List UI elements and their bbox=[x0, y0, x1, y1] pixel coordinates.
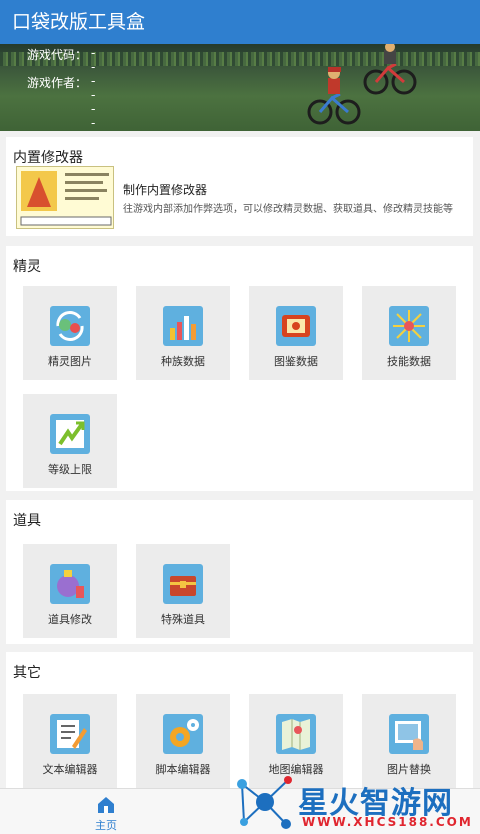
cyclist-sprite-right bbox=[363, 44, 417, 95]
modifier-item-title[interactable]: 制作内置修改器 bbox=[123, 181, 207, 198]
section-title: 内置修改器 bbox=[13, 150, 83, 166]
app-bar: 口袋改版工具盒 bbox=[0, 0, 480, 44]
game-code-row: 游戏代码： ----- bbox=[27, 46, 95, 116]
section-title: 精灵 bbox=[13, 259, 41, 275]
tile-skill-data[interactable]: 技能数据 bbox=[362, 286, 456, 380]
sparkle-burst-icon bbox=[389, 306, 429, 346]
game-author-label: 游戏作者： bbox=[27, 76, 88, 90]
home-icon bbox=[98, 797, 114, 813]
tile-pokedex-data[interactable]: 图鉴数据 bbox=[249, 286, 343, 380]
tile-text-editor[interactable]: 文本编辑器 bbox=[23, 694, 117, 788]
treasure-chest-icon bbox=[163, 564, 203, 604]
tile-pokemon-image[interactable]: 精灵图片 bbox=[23, 286, 117, 380]
tile-label: 道具修改 bbox=[48, 613, 92, 626]
gears-icon bbox=[163, 714, 203, 754]
tile-label: 特殊道具 bbox=[161, 613, 205, 626]
bar-chart-icon bbox=[163, 306, 203, 346]
modifier-item-desc: 往游戏内部添加作弊选项，可以修改精灵数据、获取道具、修改精灵技能等 bbox=[123, 204, 453, 215]
potion-bag-icon bbox=[50, 564, 90, 604]
game-author-value: ----- bbox=[91, 74, 96, 131]
modifier-preview-icon bbox=[20, 171, 112, 226]
pokemon-image-icon bbox=[50, 306, 90, 346]
tile-level-cap[interactable]: 等级上限 bbox=[23, 394, 117, 488]
items-card: 道具 道具修改 特殊道具 bbox=[6, 500, 473, 644]
nav-home-label: 主页 bbox=[95, 819, 117, 832]
text-edit-icon bbox=[50, 714, 90, 754]
tile-script-editor[interactable]: 脚本编辑器 bbox=[136, 694, 230, 788]
tile-label: 脚本编辑器 bbox=[155, 763, 211, 776]
cyclist-sprite-left bbox=[307, 67, 361, 125]
game-author-row: 游戏作者： ----- bbox=[27, 74, 95, 131]
game-banner: 游戏代码： ----- 游戏作者： ----- bbox=[0, 44, 480, 131]
pokemon-card: 精灵 精灵图片 种族数据 图鉴数据 技能数据 等级上限 bbox=[6, 246, 473, 491]
map-icon bbox=[276, 714, 316, 754]
nav-home-button[interactable]: 主页 bbox=[84, 793, 128, 833]
tile-label: 种族数据 bbox=[161, 355, 205, 368]
tile-item-edit[interactable]: 道具修改 bbox=[23, 544, 117, 638]
network-logo-icon bbox=[237, 776, 292, 829]
watermark-url: WWW.XHCS188.COM bbox=[302, 815, 473, 829]
tile-label: 文本编辑器 bbox=[42, 763, 98, 776]
watermark: 星火智游网 WWW.XHCS188.COM bbox=[232, 770, 480, 834]
pokedex-icon bbox=[276, 306, 316, 346]
image-replace-icon bbox=[389, 714, 429, 754]
app-title: 口袋改版工具盒 bbox=[12, 11, 146, 33]
tile-base-stats[interactable]: 种族数据 bbox=[136, 286, 230, 380]
section-title: 道具 bbox=[13, 513, 41, 529]
game-code-label: 游戏代码： bbox=[27, 48, 88, 62]
level-up-arrow-icon bbox=[50, 414, 90, 454]
section-title: 其它 bbox=[13, 665, 41, 681]
modifier-thumbnail[interactable] bbox=[16, 166, 114, 229]
tile-label: 技能数据 bbox=[387, 355, 431, 368]
tile-label: 精灵图片 bbox=[48, 355, 92, 368]
builtin-modifier-card: 内置修改器 制作内置修改器 往游戏内部添加作弊选项，可以修改精灵数据、获取道具、… bbox=[6, 137, 473, 236]
tile-label: 图鉴数据 bbox=[274, 355, 318, 368]
tile-special-items[interactable]: 特殊道具 bbox=[136, 544, 230, 638]
tile-label: 等级上限 bbox=[48, 463, 92, 476]
